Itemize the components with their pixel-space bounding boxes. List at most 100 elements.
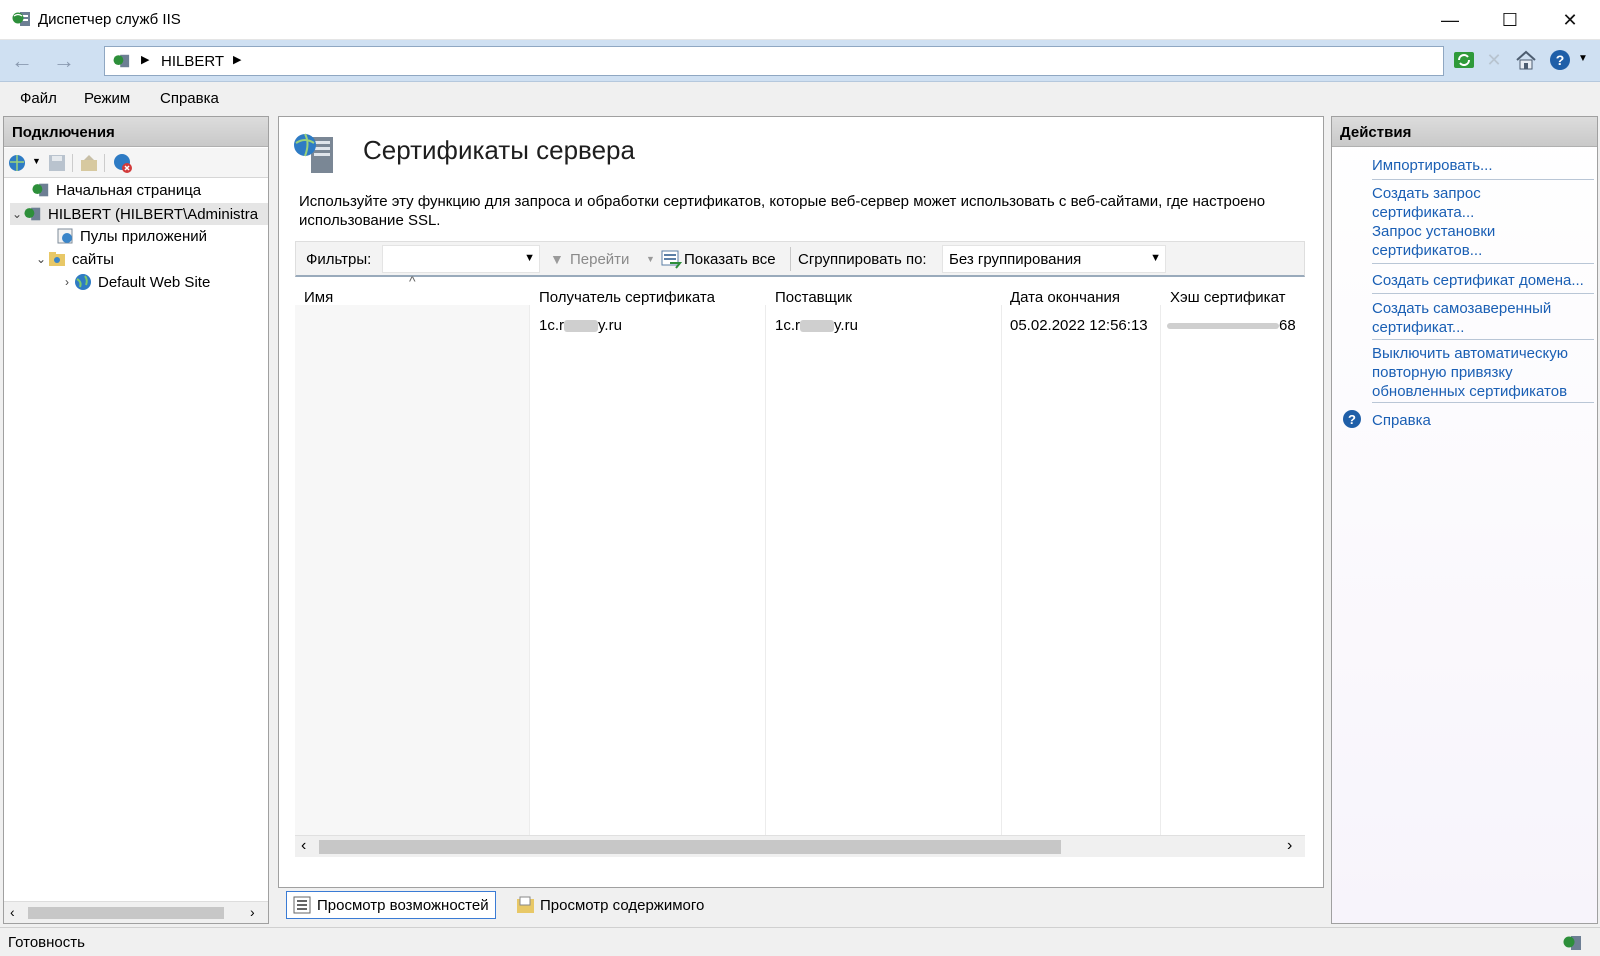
features-view-icon: [293, 896, 311, 914]
refresh-icon[interactable]: [1452, 48, 1476, 72]
help-icon: ?: [1343, 410, 1361, 428]
tree-label-app-pools: Пулы приложений: [80, 227, 208, 245]
breadcrumb-arrow-icon[interactable]: ▶: [233, 53, 241, 66]
help-icon[interactable]: ?: [1548, 48, 1572, 72]
tree-label-start-page: Начальная страница: [56, 181, 202, 199]
status-text: Готовность: [8, 934, 85, 951]
scroll-right-icon[interactable]: ›: [1287, 837, 1292, 855]
feature-pane: Сертификаты сервера Используйте эту функ…: [278, 116, 1324, 888]
tree-item-start-page[interactable]: Начальная страница: [18, 181, 201, 199]
content-view-tab[interactable]: Просмотр содержимого: [510, 891, 710, 919]
group-by-select[interactable]: Без группирования ▼: [942, 245, 1166, 273]
minimize-button[interactable]: —: [1420, 0, 1480, 40]
back-arrow-icon[interactable]: ←: [6, 47, 38, 75]
expand-chevron-icon[interactable]: ›: [60, 275, 74, 289]
group-by-label: Сгруппировать по:: [798, 251, 927, 268]
svg-text:?: ?: [1348, 412, 1356, 427]
tree-item-server[interactable]: ⌄ HILBERT (HILBERT\Administra: [10, 203, 268, 225]
cell-hash: 68: [1167, 317, 1296, 334]
action-create-self-signed-certificate[interactable]: Создать самозаверенный сертификат...: [1372, 299, 1572, 337]
server-icon: [24, 207, 41, 221]
column-header-subject[interactable]: Получатель сертификата: [539, 289, 715, 306]
maximize-button[interactable]: ☐: [1480, 0, 1540, 40]
content-view-icon: [517, 896, 534, 913]
go-button[interactable]: Перейти: [570, 251, 629, 268]
filter-label: Фильтры:: [306, 251, 372, 268]
iis-app-icon: [12, 12, 30, 26]
scroll-left-icon[interactable]: ‹: [10, 904, 15, 920]
column-header-hash[interactable]: Хэш сертификат: [1170, 289, 1304, 306]
breadcrumb-arrow-icon[interactable]: ▶: [141, 53, 149, 66]
collapse-chevron-icon[interactable]: ⌄: [10, 207, 24, 221]
filter-input[interactable]: ▼: [382, 245, 540, 273]
tree-label-default-web-site: Default Web Site: [98, 273, 211, 291]
svg-text:?: ?: [1556, 52, 1565, 68]
address-bar: ← → ▶ HILBERT ▶ ✕ ? ▼: [0, 40, 1600, 82]
filter-bar: Фильтры: ▼ ▼ Перейти ▼ Показать все Сгру…: [295, 241, 1305, 277]
menu-help[interactable]: Справка: [160, 90, 219, 107]
go-dropdown-icon[interactable]: ▼: [646, 254, 655, 264]
tree-item-default-web-site[interactable]: › Default Web Site: [60, 273, 210, 291]
menu-bar: Файл Режим Справка: [0, 83, 1600, 113]
menu-file[interactable]: Файл: [20, 90, 57, 107]
action-disable-automatic-rebind[interactable]: Выключить автоматическую повторную привя…: [1372, 344, 1594, 401]
chevron-down-icon[interactable]: ▼: [524, 252, 535, 264]
column-header-expiration[interactable]: Дата окончания: [1010, 289, 1120, 306]
stop-icon[interactable]: ✕: [1482, 48, 1506, 72]
window-title: Диспетчер служб IIS: [38, 11, 181, 28]
breadcrumb-hilbert[interactable]: HILBERT: [161, 53, 224, 70]
cell-subject: 1c.r y.ru: [539, 317, 622, 334]
scrollbar-thumb[interactable]: [28, 907, 224, 919]
disconnect-icon[interactable]: [112, 153, 134, 173]
action-import[interactable]: Импортировать...: [1372, 156, 1592, 175]
action-help[interactable]: Справка: [1372, 411, 1592, 430]
collapse-chevron-icon[interactable]: ⌄: [34, 252, 48, 266]
scrollbar-thumb[interactable]: [319, 840, 1061, 854]
globe-icon: [75, 274, 91, 290]
tree-label-server: HILBERT (HILBERT\Administra: [48, 205, 259, 223]
sort-ascending-icon: ^: [409, 273, 416, 289]
up-level-icon[interactable]: [80, 154, 98, 172]
show-all-button[interactable]: Показать все: [684, 251, 776, 268]
server-icon: [113, 54, 130, 68]
status-bar: Готовность: [0, 927, 1600, 956]
tree-item-app-pools[interactable]: Пулы приложений: [42, 227, 207, 245]
features-view-tab[interactable]: Просмотр возможностей: [286, 891, 496, 919]
cell-expiration: 05.02.2022 12:56:13: [1010, 317, 1148, 334]
forward-arrow-icon[interactable]: →: [48, 47, 80, 75]
sites-folder-icon: [49, 252, 65, 266]
action-complete-certificate-request[interactable]: Запрос установки сертификатов...: [1372, 222, 1522, 260]
show-all-icon: [661, 250, 682, 269]
action-create-certificate-request[interactable]: Создать запрос сертификата...: [1372, 184, 1522, 222]
filter-funnel-icon: ▼: [550, 251, 564, 267]
home-icon[interactable]: [1514, 48, 1538, 72]
help-dropdown-icon[interactable]: ▼: [1578, 53, 1588, 64]
menu-view[interactable]: Режим: [84, 90, 130, 107]
close-button[interactable]: ✕: [1540, 0, 1600, 40]
scroll-right-icon[interactable]: ›: [250, 904, 255, 920]
column-header-issuer[interactable]: Поставщик: [775, 289, 852, 306]
connections-header: Подключения: [4, 117, 268, 147]
connect-dropdown-icon[interactable]: ▼: [32, 156, 41, 166]
action-create-domain-certificate[interactable]: Создать сертификат домена...: [1372, 271, 1592, 290]
connections-pane: Подключения ▼ Начальная страница ⌄ HILBE…: [3, 116, 269, 924]
connections-toolbar: ▼: [4, 148, 268, 178]
table-row[interactable]: 1c.r y.ru 1c.r y.ru 05.02.2022 12:56:13 68: [295, 313, 1305, 339]
group-by-value: Без группирования: [949, 251, 1082, 268]
scroll-left-icon[interactable]: ‹: [301, 837, 306, 855]
address-field[interactable]: ▶ HILBERT ▶: [104, 46, 1444, 76]
save-icon[interactable]: [48, 154, 66, 172]
feature-description: Используйте эту функцию для запроса и об…: [299, 193, 1266, 229]
tree-item-sites[interactable]: ⌄ сайты: [34, 250, 114, 268]
connect-globe-icon[interactable]: [8, 154, 30, 172]
list-horizontal-scrollbar[interactable]: ‹ ›: [295, 835, 1305, 857]
title-bar: Диспетчер служб IIS — ☐ ✕: [0, 0, 1600, 40]
connection-status-icon: [1563, 936, 1581, 950]
cell-issuer: 1c.r y.ru: [775, 317, 858, 334]
actions-header: Действия: [1332, 117, 1597, 147]
certificates-list: ^ Имя Получатель сертификата Поставщик Д…: [295, 273, 1305, 869]
connections-horizontal-scrollbar[interactable]: ‹ ›: [4, 901, 268, 923]
actions-pane: Действия Импортировать... Создать запрос…: [1331, 116, 1598, 924]
column-header-name[interactable]: Имя: [304, 289, 333, 306]
chevron-down-icon[interactable]: ▼: [1150, 252, 1161, 264]
